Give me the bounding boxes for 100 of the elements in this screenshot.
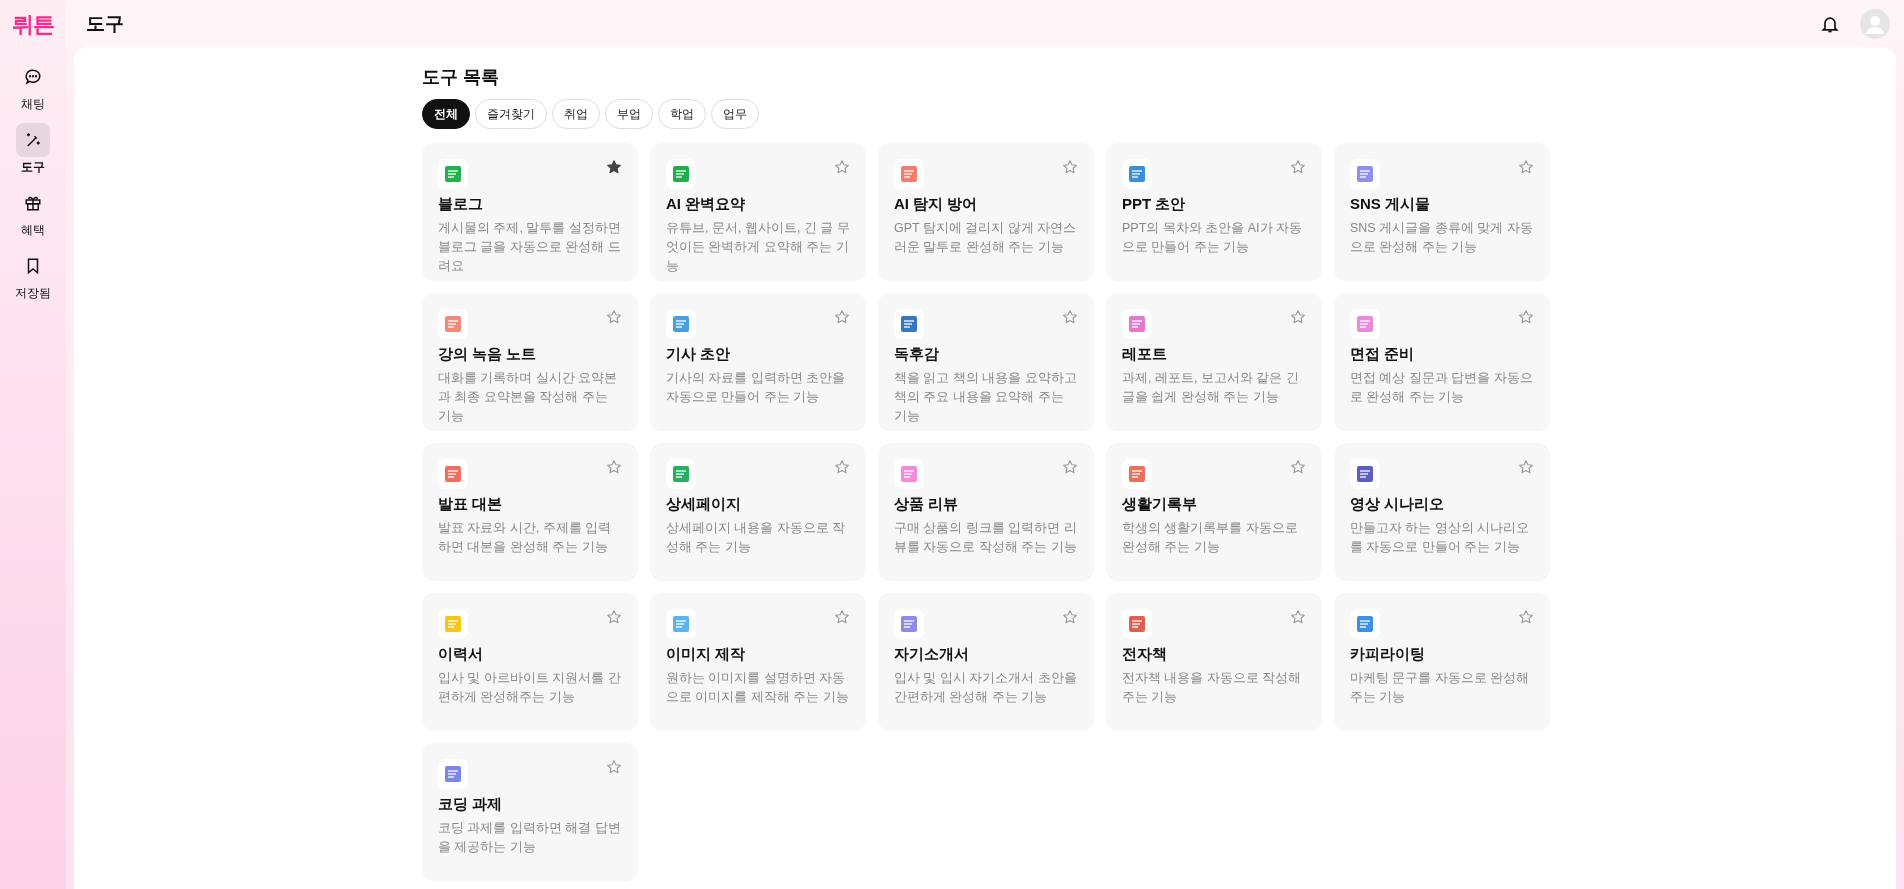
star-outline-icon[interactable] [1062,159,1078,175]
document-icon [1122,159,1152,189]
tool-title: AI 완벽요약 [666,195,747,214]
filter-chip[interactable]: 부업 [605,99,653,129]
page-title: 도구 [86,11,124,36]
tool-title: 발표 대본 [438,495,504,514]
star-outline-icon[interactable] [1290,459,1306,475]
star-outline-icon[interactable] [1518,309,1534,325]
star-outline-icon[interactable] [1062,309,1078,325]
tool-description: 원하는 이미지를 설명하면 자동으로 이미지를 제작해 주는 기능 [666,670,850,706]
tool-title: 레포트 [1122,345,1168,364]
tool-description: SNS 게시글을 종류에 맞게 자동으로 완성해 주는 기능 [1350,220,1534,256]
tool-title: 전자책 [1122,645,1168,664]
document-icon [438,609,468,639]
tool-title: 블로그 [438,195,484,214]
tool-description: 학생의 생활기록부를 자동으로 완성해 주는 기능 [1122,520,1299,556]
star-outline-icon[interactable] [834,159,850,175]
tool-card[interactable]: 카피라이팅 마케팅 문구를 자동으로 완성해 주는 기능 [1334,593,1550,731]
gift-icon [24,194,42,212]
tool-title: 영상 시나리오 [1350,495,1446,514]
filter-chip[interactable]: 업무 [711,99,759,129]
filter-chip[interactable]: 전체 [422,99,470,129]
star-outline-icon[interactable] [1518,159,1534,175]
tool-card[interactable]: 발표 대본 발표 자료와 시간, 주제를 입력하면 대본을 완성해 주는 기능 [422,443,638,581]
tool-description: 면접 예상 질문과 답변을 자동으로 완성해 주는 기능 [1350,370,1534,406]
filter-chip[interactable]: 학업 [658,99,706,129]
star-outline-icon[interactable] [606,309,622,325]
document-icon [1122,609,1152,639]
tool-title: 기사 초안 [666,345,732,364]
filter-chip[interactable]: 취업 [552,99,600,129]
tool-title: 카피라이팅 [1350,645,1426,664]
star-outline-icon[interactable] [1518,459,1534,475]
tool-card[interactable]: 블로그 게시물의 주제, 말투를 설정하면 블로그 글을 자동으로 완성해 드려요 [422,143,638,281]
star-outline-icon[interactable] [1290,159,1306,175]
tool-card[interactable]: AI 탐지 방어 GPT 탐지에 걸리지 않게 자연스러운 말투로 완성해 주는 기능 [878,143,1094,281]
tool-card[interactable]: 상세페이지 상세페이지 내용을 자동으로 작성해 주는 기능 [650,443,866,581]
document-icon [1350,159,1380,189]
tool-title: 상품 리뷰 [894,495,960,514]
star-outline-icon[interactable] [1290,309,1306,325]
tool-card[interactable]: 코딩 과제 코딩 과제를 입력하면 해결 답변을 제공하는 기능 [422,743,638,881]
star-outline-icon[interactable] [834,609,850,625]
star-outline-icon[interactable] [1062,609,1078,625]
tool-description: 코딩 과제를 입력하면 해결 답변을 제공하는 기능 [438,820,622,856]
document-icon [894,459,924,489]
star-outline-icon[interactable] [1062,459,1078,475]
tool-title: 상세페이지 [666,495,742,514]
tool-card[interactable]: SNS 게시물 SNS 게시글을 종류에 맞게 자동으로 완성해 주는 기능 [1334,143,1550,281]
tool-description: 유튜브, 문서, 웹사이트, 긴 글 무엇이든 완벽하게 요약해 주는 기능 [666,220,850,275]
document-icon [1350,609,1380,639]
document-icon [438,759,468,789]
chat-icon [24,68,42,86]
tool-description: 입사 및 아르바이트 지원서를 간편하게 완성해주는 기능 [438,670,622,706]
filter-chip[interactable]: 즐겨찾기 [475,99,547,129]
tool-card[interactable]: 전자책 전자책 내용을 자동으로 작성해 주는 기능 [1106,593,1322,731]
tool-card[interactable]: 독후감 책을 읽고 책의 내용을 요약하고 책의 주요 내용을 요약해 주는 기능 [878,293,1094,431]
star-outline-icon[interactable] [606,759,622,775]
star-outline-icon[interactable] [606,609,622,625]
filled-star-icon[interactable] [606,159,622,175]
tool-card[interactable]: 면접 준비 면접 예상 질문과 답변을 자동으로 완성해 주는 기능 [1334,293,1550,431]
tool-description: 책을 읽고 책의 내용을 요약하고 책의 주요 내용을 요약해 주는 기능 [894,370,1078,425]
tool-card[interactable]: PPT 초안 PPT의 목차와 초안을 AI가 자동으로 만들어 주는 기능 [1106,143,1322,281]
tool-card[interactable]: 이미지 제작 원하는 이미지를 설명하면 자동으로 이미지를 제작해 주는 기능 [650,593,866,731]
tool-description: 게시물의 주제, 말투를 설정하면 블로그 글을 자동으로 완성해 드려요 [438,220,622,275]
tool-description: 대화를 기록하며 실시간 요약본과 최종 요약본을 작성해 주는 기능 [438,370,619,425]
star-outline-icon[interactable] [1290,609,1306,625]
tool-description: 발표 자료와 시간, 주제를 입력하면 대본을 완성해 주는 기능 [438,520,613,556]
document-icon [666,459,696,489]
document-icon [1122,459,1152,489]
tool-card[interactable]: 이력서 입사 및 아르바이트 지원서를 간편하게 완성해주는 기능 [422,593,638,731]
star-outline-icon[interactable] [834,459,850,475]
tool-card[interactable]: 자기소개서 입사 및 입시 자기소개서 초안을 간편하게 완성해 주는 기능 [878,593,1094,731]
tool-description: 마케팅 문구를 자동으로 완성해 주는 기능 [1350,670,1531,706]
magic-wand-icon [24,131,42,149]
tool-card[interactable]: 기사 초안 기사의 자료를 입력하면 초안을 자동으로 만들어 주는 기능 [650,293,866,431]
document-icon [666,609,696,639]
document-icon [1350,459,1380,489]
tool-card[interactable]: 상품 리뷰 구매 상품의 링크를 입력하면 리뷰를 자동으로 작성해 주는 기능 [878,443,1094,581]
tool-card[interactable]: 생활기록부 학생의 생활기록부를 자동으로 완성해 주는 기능 [1106,443,1322,581]
tool-description: 입사 및 입시 자기소개서 초안을 간편하게 완성해 주는 기능 [894,670,1078,706]
tool-title: 자기소개서 [894,645,970,664]
star-outline-icon[interactable] [606,459,622,475]
tool-card[interactable]: 레포트 과제, 레포트, 보고서와 같은 긴 글을 쉽게 완성해 주는 기능 [1106,293,1322,431]
tool-description: 과제, 레포트, 보고서와 같은 긴 글을 쉽게 완성해 주는 기능 [1122,370,1300,406]
tool-title: 강의 녹음 노트 [438,345,538,364]
document-icon [438,159,468,189]
sidebar-item[interactable]: 저장됨 [15,249,51,302]
sidebar-item[interactable]: 혜택 [16,186,50,239]
star-outline-icon[interactable] [834,309,850,325]
tool-description: GPT 탐지에 걸리지 않게 자연스러운 말투로 완성해 주는 기능 [894,220,1078,256]
star-outline-icon[interactable] [1518,609,1534,625]
section-title: 도구 목록 [422,66,500,89]
tool-title: 독후감 [894,345,940,364]
tool-card[interactable]: 영상 시나리오 만들고자 하는 영상의 시나리오를 자동으로 만들어 주는 기능 [1334,443,1550,581]
tool-title: 코딩 과제 [438,795,504,814]
tool-title: 이력서 [438,645,484,664]
document-icon [438,459,468,489]
tool-card[interactable]: AI 완벽요약 유튜브, 문서, 웹사이트, 긴 글 무엇이든 완벽하게 요약해 주는 기능 [650,143,866,281]
tool-description: 상세페이지 내용을 자동으로 작성해 주는 기능 [666,520,847,556]
tool-card[interactable]: 강의 녹음 노트 대화를 기록하며 실시간 요약본과 최종 요약본을 작성해 주는 기능 [422,293,638,431]
sidebar-item[interactable]: 채팅 [16,60,50,113]
